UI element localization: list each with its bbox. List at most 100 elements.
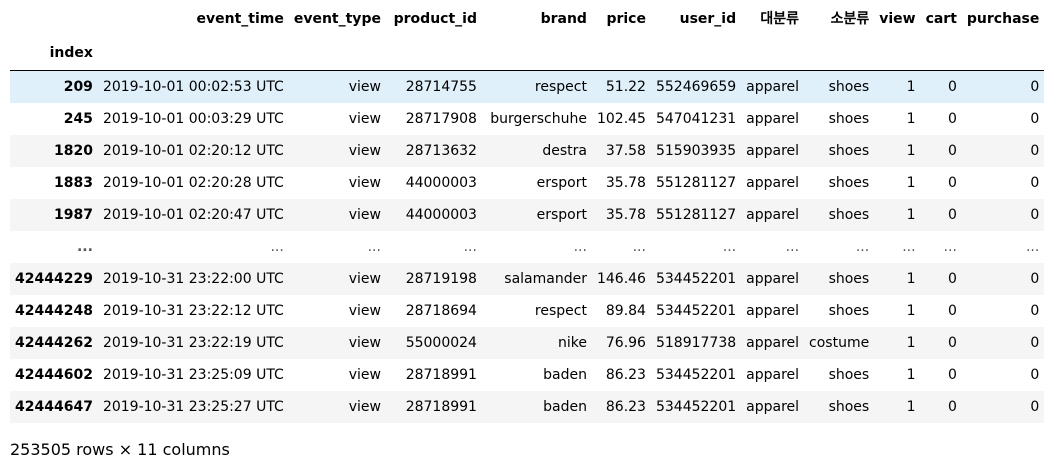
cell-user-id: 551281127 bbox=[655, 207, 737, 223]
column-header-main-category: 대분류 bbox=[760, 11, 800, 27]
cell-cart: 0 bbox=[947, 335, 957, 351]
cell-user-id: 534452201 bbox=[655, 271, 737, 287]
cell-product-id: 55000024 bbox=[405, 335, 477, 351]
row-index: 42444647 bbox=[15, 399, 93, 415]
table-row[interactable]: 1987 2019-10-01 02:20:47 UTC view 440000… bbox=[10, 199, 1045, 231]
cell-purchase: 0 bbox=[1030, 207, 1040, 223]
cell-price: 146.46 bbox=[596, 271, 646, 287]
table-row[interactable]: 209 2019-10-01 00:02:53 UTC view 2871475… bbox=[10, 70, 1045, 103]
cell-main-category: apparel bbox=[746, 143, 800, 159]
row-index: 42444602 bbox=[15, 367, 93, 383]
table-row[interactable]: 1820 2019-10-01 02:20:12 UTC view 287136… bbox=[10, 135, 1045, 167]
cell-view: 1 bbox=[906, 111, 916, 127]
cell-purchase: 0 bbox=[1030, 271, 1040, 287]
cell-cart: 0 bbox=[947, 79, 957, 95]
cell-view: 1 bbox=[906, 399, 916, 415]
empty-header-cell bbox=[741, 36, 805, 71]
row-index: 1987 bbox=[53, 207, 93, 223]
cell-price: 37.58 bbox=[605, 143, 646, 159]
cell-main-category: apparel bbox=[746, 175, 800, 191]
table-header: event_time event_type product_id brand p… bbox=[10, 2, 1045, 71]
empty-header-cell bbox=[961, 36, 1045, 71]
cell-event-type: view bbox=[348, 271, 381, 287]
cell-brand: baden bbox=[543, 399, 587, 415]
table-row[interactable]: 42444248 2019-10-31 23:22:12 UTC view 28… bbox=[10, 295, 1044, 327]
column-header-event-time: event_time bbox=[196, 11, 284, 27]
cell-ellipsis: ... bbox=[463, 239, 477, 255]
table-row[interactable]: 42444602 2019-10-31 23:25:09 UTC view 28… bbox=[10, 359, 1044, 391]
cell-brand: destra bbox=[542, 143, 587, 159]
cell-event-time: 2019-10-31 23:22:19 UTC bbox=[102, 335, 284, 351]
cell-user-id: 534452201 bbox=[655, 367, 737, 383]
cell-user-id: 534452201 bbox=[655, 399, 737, 415]
row-index: 1883 bbox=[53, 175, 93, 191]
table-row[interactable]: 245 2019-10-01 00:03:29 UTC view 2871790… bbox=[10, 103, 1044, 135]
column-header-sub-category: 소분류 bbox=[830, 11, 870, 27]
cell-ellipsis: ... bbox=[785, 239, 800, 255]
dataframe-shape-caption: 253505 rows × 11 columns bbox=[10, 440, 230, 459]
cell-event-type: view bbox=[348, 143, 381, 159]
empty-header-cell bbox=[481, 36, 592, 71]
cell-product-id: 28718991 bbox=[405, 367, 477, 383]
table-body: 209 2019-10-01 00:02:53 UTC view 2871475… bbox=[10, 70, 1045, 423]
cell-product-id: 44000003 bbox=[405, 207, 477, 223]
table-row[interactable]: 42444647 2019-10-31 23:25:27 UTC view 28… bbox=[10, 391, 1045, 423]
table-row[interactable]: 1883 2019-10-01 02:20:28 UTC view 440000… bbox=[10, 167, 1044, 199]
cell-user-id: 552469659 bbox=[655, 79, 737, 95]
row-index: 42444229 bbox=[15, 271, 93, 287]
cell-ellipsis: ... bbox=[943, 239, 957, 255]
cell-product-id: 44000003 bbox=[405, 175, 477, 191]
ellipsis-row: ... ... ... ... ... ... ... ... ... ... … bbox=[10, 231, 1045, 263]
column-header-cart: cart bbox=[925, 11, 957, 27]
empty-header-cell bbox=[97, 36, 289, 71]
cell-purchase: 0 bbox=[1030, 143, 1040, 159]
cell-event-type: view bbox=[348, 303, 381, 319]
cell-product-id: 28713632 bbox=[405, 143, 477, 159]
dataframe-output: event_time event_type product_id brand p… bbox=[0, 0, 1051, 472]
cell-user-id: 515903935 bbox=[655, 143, 737, 159]
column-header-row: event_time event_type product_id brand p… bbox=[10, 2, 1044, 36]
cell-brand: ersport bbox=[536, 175, 587, 191]
table-row[interactable]: 42444262 2019-10-31 23:22:19 UTC view 55… bbox=[10, 327, 1045, 359]
empty-header-cell bbox=[591, 36, 651, 71]
cell-price: 35.78 bbox=[605, 207, 646, 223]
cell-ellipsis: ... bbox=[1025, 239, 1040, 255]
cell-product-id: 28718991 bbox=[405, 399, 477, 415]
cell-event-type: view bbox=[348, 399, 381, 415]
cell-price: 35.78 bbox=[605, 175, 646, 191]
cell-main-category: apparel bbox=[746, 111, 800, 127]
cell-event-time: 2019-10-01 02:20:12 UTC bbox=[102, 143, 284, 159]
column-header-price: price bbox=[606, 11, 646, 27]
empty-header-cell bbox=[804, 36, 875, 71]
empty-header-cell bbox=[650, 36, 742, 71]
empty-header-cell bbox=[920, 36, 962, 71]
cell-brand: burgerschuhe bbox=[490, 111, 587, 127]
cell-main-category: apparel bbox=[746, 207, 800, 223]
empty-header-cell bbox=[874, 36, 921, 71]
cell-view: 1 bbox=[906, 175, 916, 191]
table-row[interactable]: 42444229 2019-10-31 23:22:00 UTC view 28… bbox=[10, 263, 1045, 295]
cell-sub-category: shoes bbox=[828, 111, 870, 127]
cell-event-time: 2019-10-01 00:02:53 UTC bbox=[102, 79, 284, 95]
cell-cart: 0 bbox=[947, 271, 957, 287]
cell-main-category: apparel bbox=[746, 79, 800, 95]
cell-event-type: view bbox=[348, 79, 381, 95]
cell-brand: baden bbox=[543, 367, 587, 383]
row-index: 42444262 bbox=[15, 335, 93, 351]
column-header-purchase: purchase bbox=[966, 11, 1040, 27]
cell-view: 1 bbox=[906, 271, 916, 287]
cell-cart: 0 bbox=[947, 111, 957, 127]
cell-event-time: 2019-10-01 02:20:47 UTC bbox=[102, 207, 284, 223]
cell-event-type: view bbox=[348, 207, 381, 223]
cell-sub-category: shoes bbox=[828, 399, 870, 415]
column-header-view: view bbox=[879, 11, 916, 27]
cell-brand: ersport bbox=[536, 207, 587, 223]
cell-view: 1 bbox=[906, 207, 916, 223]
cell-cart: 0 bbox=[947, 399, 957, 415]
cell-purchase: 0 bbox=[1030, 399, 1040, 415]
cell-sub-category: costume bbox=[809, 335, 870, 351]
cell-event-time: 2019-10-01 02:20:28 UTC bbox=[102, 175, 284, 191]
cell-ellipsis: ... bbox=[722, 239, 737, 255]
cell-view: 1 bbox=[906, 79, 916, 95]
empty-header-cell bbox=[288, 36, 386, 71]
